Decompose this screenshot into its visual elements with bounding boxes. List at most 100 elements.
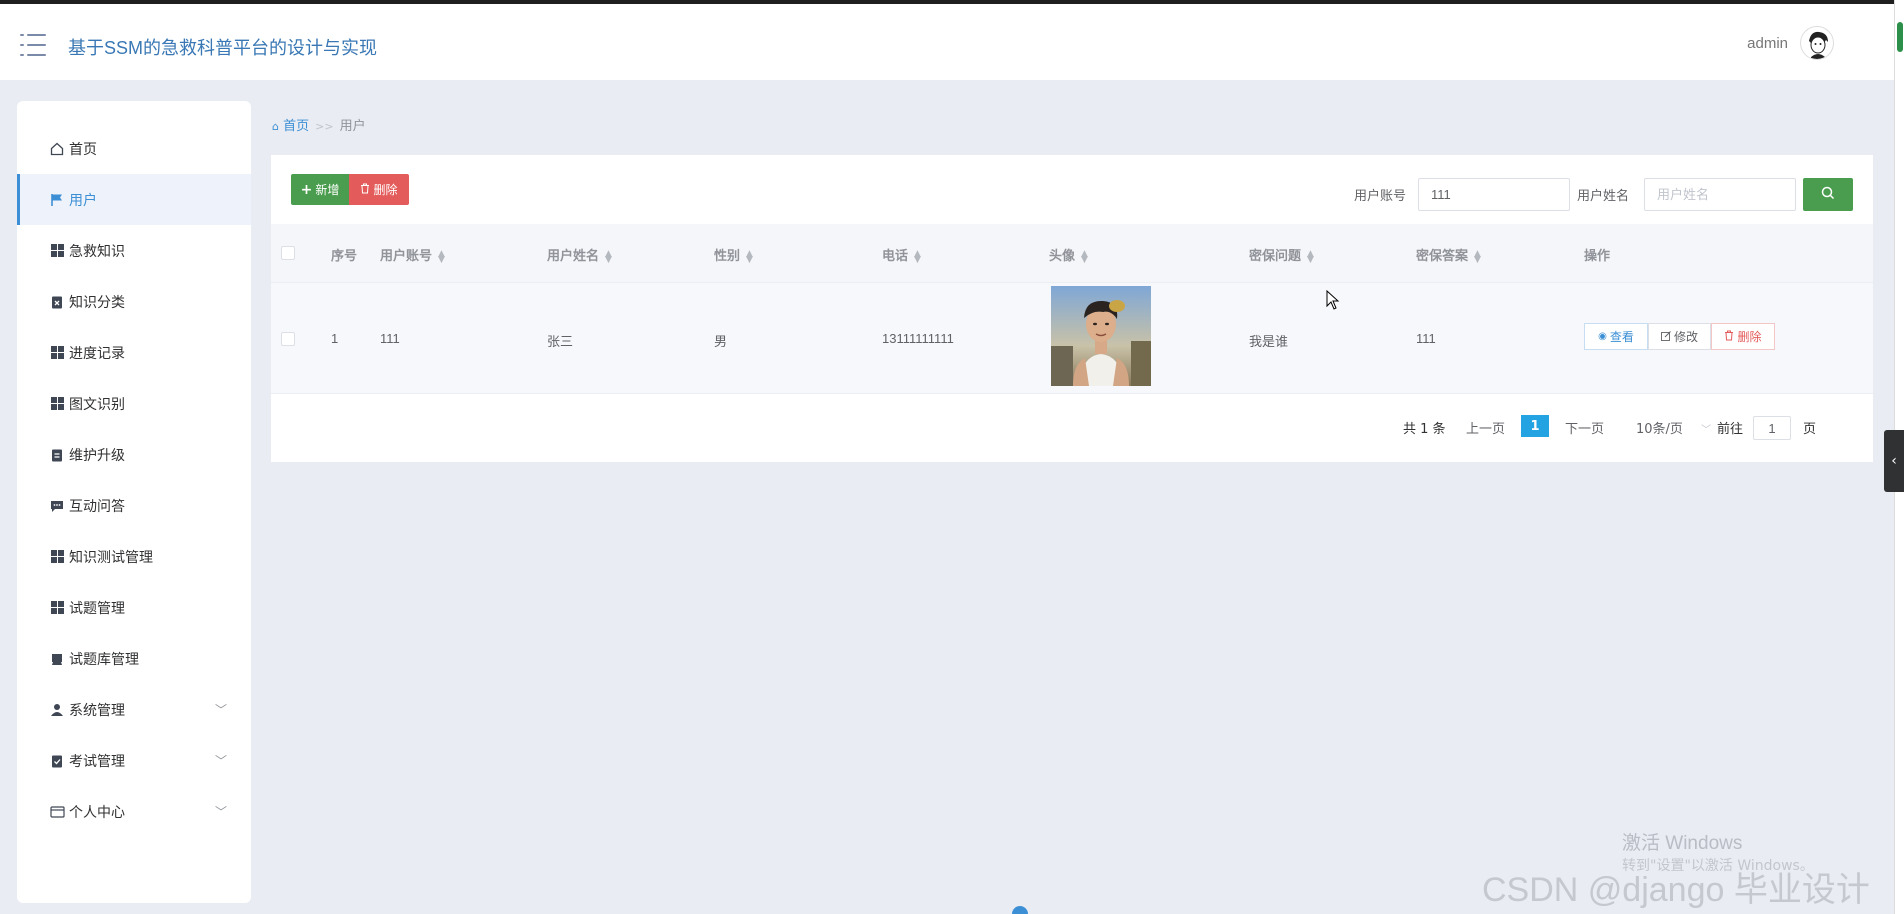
sidebar-item-label: 试题库管理	[69, 651, 139, 668]
cell-security-answer: 111	[1416, 331, 1436, 346]
sidebar-item-label: 知识测试管理	[69, 549, 153, 566]
column-header-security-question[interactable]: 密保问题 ▲ ▼	[1249, 245, 1314, 264]
chevron-down-icon: ﹀	[214, 703, 227, 717]
tray-icon	[49, 651, 65, 667]
username[interactable]: admin	[1747, 35, 1788, 52]
column-header-security-answer[interactable]: 密保答案 ▲ ▼	[1416, 245, 1481, 264]
sidebar-item-label: 个人中心	[69, 804, 125, 821]
cell-gender: 男	[714, 334, 728, 349]
trash-icon	[1724, 330, 1734, 344]
edit-button[interactable]: 修改	[1648, 323, 1711, 350]
sidebar-item-label: 进度记录	[69, 345, 125, 362]
column-header-phone[interactable]: 电话 ▲ ▼	[882, 245, 921, 264]
sidebar-item-progress-records[interactable]: 进度记录	[17, 327, 251, 378]
column-header-account[interactable]: 用户账号 ▲ ▼	[380, 245, 445, 264]
page-suffix-label: 页	[1803, 422, 1817, 437]
cell-name: 张三	[547, 334, 574, 349]
sort-icon[interactable]: ▲ ▼	[1474, 249, 1481, 264]
sidebar-item-label: 试题管理	[69, 600, 125, 617]
row-delete-button[interactable]: 删除	[1711, 323, 1775, 350]
sort-icon[interactable]: ▲ ▼	[605, 249, 612, 264]
add-button[interactable]: + 新增	[291, 174, 349, 205]
next-page-button[interactable]: 下一页	[1565, 418, 1604, 437]
select-all-checkbox[interactable]	[281, 246, 295, 260]
sidebar-item-first-aid-knowledge[interactable]: 急救知识	[17, 225, 251, 276]
sort-icon[interactable]: ▲ ▼	[746, 249, 753, 264]
name-search-label: 用户姓名	[1577, 189, 1630, 204]
user-avatar[interactable]	[1800, 26, 1834, 60]
column-header-name[interactable]: 用户姓名 ▲ ▼	[547, 245, 612, 264]
user-icon	[49, 702, 65, 718]
name-search-input[interactable]	[1644, 178, 1796, 211]
view-button[interactable]: ◉ 查看	[1584, 323, 1648, 350]
column-header-index: 序号	[331, 249, 358, 264]
wallet-icon	[49, 804, 65, 820]
sidebar-item-qa[interactable]: 互动问答	[17, 480, 251, 531]
sidebar-item-image-recognition[interactable]: 图文识别	[17, 378, 251, 429]
column-header-gender[interactable]: 性别 ▲ ▼	[714, 245, 753, 264]
grid-icon	[49, 549, 65, 565]
sidebar-item-personal-center[interactable]: 个人中心 ﹀	[17, 786, 251, 837]
page-size-select[interactable]: 10条/页 ﹀	[1636, 418, 1711, 437]
clipboard-x-icon	[49, 294, 65, 310]
cell-index: 1	[331, 331, 339, 346]
breadcrumb-home[interactable]: ⌂ 首页	[272, 119, 309, 134]
sidebar-item-label: 互动问答	[69, 498, 125, 515]
sidebar-item-label: 用户	[69, 192, 97, 209]
search-button[interactable]	[1803, 178, 1853, 211]
sort-icon[interactable]: ▲ ▼	[1307, 249, 1314, 264]
home-icon	[49, 141, 65, 157]
sidebar-item-system-management[interactable]: 系统管理 ﹀	[17, 684, 251, 735]
page-number-1[interactable]: 1	[1521, 415, 1549, 437]
table-header: 序号 用户账号 ▲ ▼ 用户姓名 ▲ ▼ 性别 ▲ ▼ 电话 ▲ ▼ 头像 ▲ ▼ 密保问题 ▲ ▼ 密…	[271, 224, 1873, 283]
chevron-left-icon: ‹	[1891, 453, 1897, 469]
sidebar-item-question-bank[interactable]: 试题库管理	[17, 633, 251, 684]
account-search-input[interactable]	[1418, 178, 1570, 211]
sidebar-item-knowledge-category[interactable]: 知识分类	[17, 276, 251, 327]
sidebar-item-users[interactable]: 用户	[17, 174, 251, 225]
goto-page-input[interactable]	[1753, 416, 1791, 440]
menu-toggle-icon[interactable]	[20, 34, 46, 56]
edit-icon	[1661, 330, 1671, 344]
search-icon	[1821, 186, 1835, 204]
collapse-panel-tab[interactable]: ‹	[1884, 430, 1904, 492]
home-icon: ⌂	[272, 120, 279, 133]
sort-icon[interactable]: ▲ ▼	[914, 249, 921, 264]
plus-icon: +	[300, 181, 313, 198]
sidebar-item-label: 维护升级	[69, 447, 125, 464]
sidebar-item-label: 急救知识	[69, 243, 125, 260]
cell-account: 111	[380, 331, 400, 346]
sidebar-item-exam-management[interactable]: 考试管理 ﹀	[17, 735, 251, 786]
sidebar-item-label: 系统管理	[69, 702, 125, 719]
app-title: 基于SSM的急救科普平台的设计与实现	[68, 38, 378, 58]
sidebar-item-home[interactable]: 首页	[17, 123, 251, 174]
flag-icon	[49, 192, 65, 208]
sort-icon[interactable]: ▲ ▼	[438, 249, 445, 264]
sidebar-item-maintenance[interactable]: 维护升级	[17, 429, 251, 480]
chevron-down-icon: ﹀	[214, 754, 227, 768]
sidebar-item-label: 知识分类	[69, 294, 125, 311]
user-area[interactable]: admin	[1747, 26, 1834, 60]
delete-button[interactable]: 删除	[349, 174, 409, 205]
sidebar-item-knowledge-test[interactable]: 知识测试管理	[17, 531, 251, 582]
mouse-cursor-icon	[1326, 289, 1340, 310]
sidebar-item-question-management[interactable]: 试题管理	[17, 582, 251, 633]
eye-icon: ◉	[1598, 331, 1607, 342]
user-list-panel: + 新增 删除 用户账号 用户姓名 序号 用户账号▲▼ 用户姓名▲▼ 性别▲▼ …	[271, 155, 1873, 462]
grid-icon	[49, 243, 65, 259]
sidebar-item-label: 考试管理	[69, 753, 125, 770]
chat-icon	[49, 498, 65, 514]
cell-security-question: 我是谁	[1249, 334, 1289, 349]
column-header-actions: 操作	[1584, 249, 1611, 264]
user-avatar-photo[interactable]	[1051, 286, 1151, 386]
sort-icon[interactable]: ▲ ▼	[1081, 249, 1088, 264]
chevron-down-icon: ﹀	[1701, 425, 1712, 436]
delete-button-label: 删除	[373, 183, 398, 197]
prev-page-button[interactable]: 上一页	[1466, 418, 1505, 437]
goto-label: 前往	[1717, 422, 1744, 437]
column-header-avatar[interactable]: 头像 ▲ ▼	[1049, 245, 1088, 264]
account-search-label: 用户账号	[1354, 189, 1407, 204]
row-checkbox[interactable]	[281, 332, 295, 346]
clipboard-check-icon	[49, 753, 65, 769]
clipboard-icon	[49, 447, 65, 463]
